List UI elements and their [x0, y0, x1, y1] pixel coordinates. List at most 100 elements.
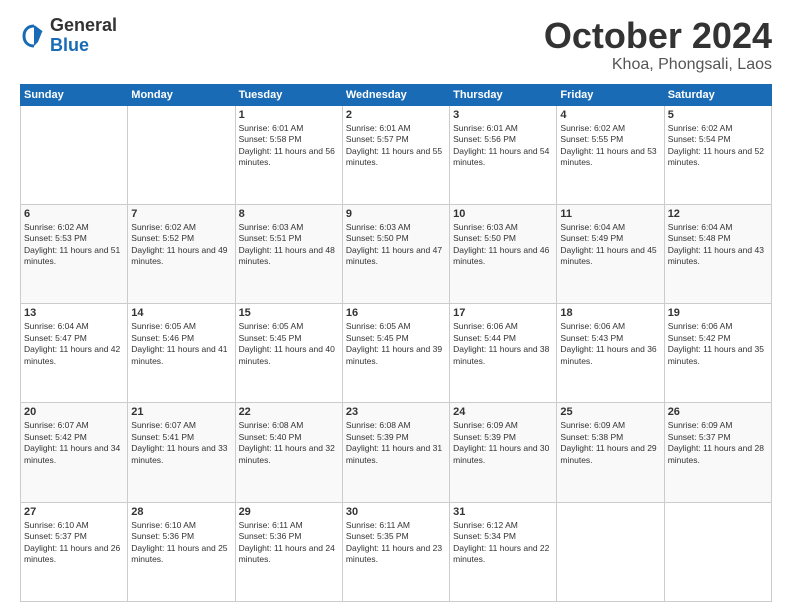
week-row-1: 1 Sunrise: 6:01 AM Sunset: 5:58 PM Daylig… — [21, 105, 772, 204]
week-row-2: 6Sunrise: 6:02 AM Sunset: 5:53 PM Daylig… — [21, 204, 772, 303]
day-info: Sunrise: 6:02 AM Sunset: 5:55 PM Dayligh… — [560, 123, 660, 169]
day-info: Sunrise: 6:10 AM Sunset: 5:36 PM Dayligh… — [131, 520, 231, 566]
header-wednesday: Wednesday — [342, 84, 449, 105]
day-info: Sunrise: 6:08 AM Sunset: 5:39 PM Dayligh… — [346, 420, 446, 466]
day-number: 18 — [560, 307, 660, 319]
title-area: October 2024 Khoa, Phongsali, Laos — [544, 16, 772, 74]
day-number: 1 — [239, 109, 339, 121]
day-info: Sunrise: 6:04 AM Sunset: 5:49 PM Dayligh… — [560, 222, 660, 268]
day-number: 3 — [453, 109, 553, 121]
header-sunday: Sunday — [21, 84, 128, 105]
calendar-cell: 28Sunrise: 6:10 AM Sunset: 5:36 PM Dayli… — [128, 502, 235, 601]
day-number: 9 — [346, 208, 446, 220]
calendar-cell: 15 Sunrise: 6:05 AM Sunset: 5:45 PM Dayli… — [235, 304, 342, 403]
day-number: 30 — [346, 506, 446, 518]
day-info: Sunrise: 6:01 AM Sunset: 5:58 PM Dayligh… — [239, 123, 339, 169]
calendar-cell: 18Sunrise: 6:06 AM Sunset: 5:43 PM Dayli… — [557, 304, 664, 403]
calendar-cell — [557, 502, 664, 601]
day-number: 11 — [560, 208, 660, 220]
calendar-cell: 6Sunrise: 6:02 AM Sunset: 5:53 PM Daylig… — [21, 204, 128, 303]
month-title: October 2024 — [544, 16, 772, 56]
day-info: Sunrise: 6:03 AM Sunset: 5:50 PM Dayligh… — [346, 222, 446, 268]
calendar-cell — [128, 105, 235, 204]
logo-icon — [20, 22, 48, 50]
day-info: Sunrise: 6:04 AM Sunset: 5:48 PM Dayligh… — [668, 222, 768, 268]
day-number: 24 — [453, 406, 553, 418]
logo-blue-text: Blue — [50, 36, 117, 56]
calendar-table: Sunday Monday Tuesday Wednesday Thursday… — [20, 84, 772, 602]
calendar-cell — [664, 502, 771, 601]
calendar-cell: 9 Sunrise: 6:03 AM Sunset: 5:50 PM Daylig… — [342, 204, 449, 303]
day-number: 15 — [239, 307, 339, 319]
day-number: 31 — [453, 506, 553, 518]
calendar-cell: 5Sunrise: 6:02 AM Sunset: 5:54 PM Daylig… — [664, 105, 771, 204]
logo: General Blue — [20, 16, 117, 56]
day-info: Sunrise: 6:09 AM Sunset: 5:39 PM Dayligh… — [453, 420, 553, 466]
day-info: Sunrise: 6:12 AM Sunset: 5:34 PM Dayligh… — [453, 520, 553, 566]
header-thursday: Thursday — [450, 84, 557, 105]
calendar-cell: 22Sunrise: 6:08 AM Sunset: 5:40 PM Dayli… — [235, 403, 342, 502]
day-number: 17 — [453, 307, 553, 319]
calendar-cell: 2Sunrise: 6:01 AM Sunset: 5:57 PM Daylig… — [342, 105, 449, 204]
day-info: Sunrise: 6:05 AM Sunset: 5:46 PM Dayligh… — [131, 321, 231, 367]
calendar-cell: 12 Sunrise: 6:04 AM Sunset: 5:48 PM Dayli… — [664, 204, 771, 303]
day-number: 21 — [131, 406, 231, 418]
day-info: Sunrise: 6:07 AM Sunset: 5:41 PM Dayligh… — [131, 420, 231, 466]
week-row-4: 20 Sunrise: 6:07 AM Sunset: 5:42 PM Dayli… — [21, 403, 772, 502]
day-number: 5 — [668, 109, 768, 121]
day-number: 10 — [453, 208, 553, 220]
calendar-cell: 20 Sunrise: 6:07 AM Sunset: 5:42 PM Dayli… — [21, 403, 128, 502]
calendar-cell: 14 Sunrise: 6:05 AM Sunset: 5:46 PM Dayli… — [128, 304, 235, 403]
day-info: Sunrise: 6:01 AM Sunset: 5:57 PM Dayligh… — [346, 123, 446, 169]
day-number: 8 — [239, 208, 339, 220]
day-number: 13 — [24, 307, 124, 319]
header-tuesday: Tuesday — [235, 84, 342, 105]
day-info: Sunrise: 6:03 AM Sunset: 5:50 PM Dayligh… — [453, 222, 553, 268]
calendar-cell: 29Sunrise: 6:11 AM Sunset: 5:36 PM Dayli… — [235, 502, 342, 601]
calendar-cell — [21, 105, 128, 204]
calendar-cell: 7 Sunrise: 6:02 AM Sunset: 5:52 PM Daylig… — [128, 204, 235, 303]
header-monday: Monday — [128, 84, 235, 105]
day-info: Sunrise: 6:02 AM Sunset: 5:52 PM Dayligh… — [131, 222, 231, 268]
day-number: 16 — [346, 307, 446, 319]
day-info: Sunrise: 6:05 AM Sunset: 5:45 PM Dayligh… — [239, 321, 339, 367]
logo-general-text: General — [50, 16, 117, 36]
day-number: 7 — [131, 208, 231, 220]
calendar-cell: 3 Sunrise: 6:01 AM Sunset: 5:56 PM Daylig… — [450, 105, 557, 204]
calendar-cell: 8 Sunrise: 6:03 AM Sunset: 5:51 PM Daylig… — [235, 204, 342, 303]
calendar-cell: 10 Sunrise: 6:03 AM Sunset: 5:50 PM Dayli… — [450, 204, 557, 303]
day-info: Sunrise: 6:09 AM Sunset: 5:37 PM Dayligh… — [668, 420, 768, 466]
day-number: 19 — [668, 307, 768, 319]
logo-text: General Blue — [50, 16, 117, 56]
day-info: Sunrise: 6:09 AM Sunset: 5:38 PM Dayligh… — [560, 420, 660, 466]
calendar-cell: 13 Sunrise: 6:04 AM Sunset: 5:47 PM Dayli… — [21, 304, 128, 403]
day-info: Sunrise: 6:11 AM Sunset: 5:36 PM Dayligh… — [239, 520, 339, 566]
day-number: 20 — [24, 406, 124, 418]
calendar-cell: 24 Sunrise: 6:09 AM Sunset: 5:39 PM Dayli… — [450, 403, 557, 502]
calendar-cell: 23Sunrise: 6:08 AM Sunset: 5:39 PM Dayli… — [342, 403, 449, 502]
header: General Blue October 2024 Khoa, Phongsal… — [20, 16, 772, 74]
location-subtitle: Khoa, Phongsali, Laos — [544, 56, 772, 74]
calendar-cell: 16Sunrise: 6:05 AM Sunset: 5:45 PM Dayli… — [342, 304, 449, 403]
page: General Blue October 2024 Khoa, Phongsal… — [0, 0, 792, 612]
day-number: 4 — [560, 109, 660, 121]
day-number: 14 — [131, 307, 231, 319]
day-number: 25 — [560, 406, 660, 418]
calendar-cell: 26 Sunrise: 6:09 AM Sunset: 5:37 PM Dayli… — [664, 403, 771, 502]
day-info: Sunrise: 6:07 AM Sunset: 5:42 PM Dayligh… — [24, 420, 124, 466]
calendar-cell: 19Sunrise: 6:06 AM Sunset: 5:42 PM Dayli… — [664, 304, 771, 403]
day-number: 22 — [239, 406, 339, 418]
day-info: Sunrise: 6:01 AM Sunset: 5:56 PM Dayligh… — [453, 123, 553, 169]
calendar-cell: 17 Sunrise: 6:06 AM Sunset: 5:44 PM Dayli… — [450, 304, 557, 403]
calendar-cell: 30 Sunrise: 6:11 AM Sunset: 5:35 PM Dayli… — [342, 502, 449, 601]
day-info: Sunrise: 6:06 AM Sunset: 5:44 PM Dayligh… — [453, 321, 553, 367]
day-info: Sunrise: 6:03 AM Sunset: 5:51 PM Dayligh… — [239, 222, 339, 268]
calendar-cell: 1 Sunrise: 6:01 AM Sunset: 5:58 PM Daylig… — [235, 105, 342, 204]
day-info: Sunrise: 6:04 AM Sunset: 5:47 PM Dayligh… — [24, 321, 124, 367]
day-info: Sunrise: 6:11 AM Sunset: 5:35 PM Dayligh… — [346, 520, 446, 566]
day-number: 26 — [668, 406, 768, 418]
day-number: 27 — [24, 506, 124, 518]
calendar-cell: 4 Sunrise: 6:02 AM Sunset: 5:55 PM Daylig… — [557, 105, 664, 204]
day-info: Sunrise: 6:10 AM Sunset: 5:37 PM Dayligh… — [24, 520, 124, 566]
day-number: 12 — [668, 208, 768, 220]
